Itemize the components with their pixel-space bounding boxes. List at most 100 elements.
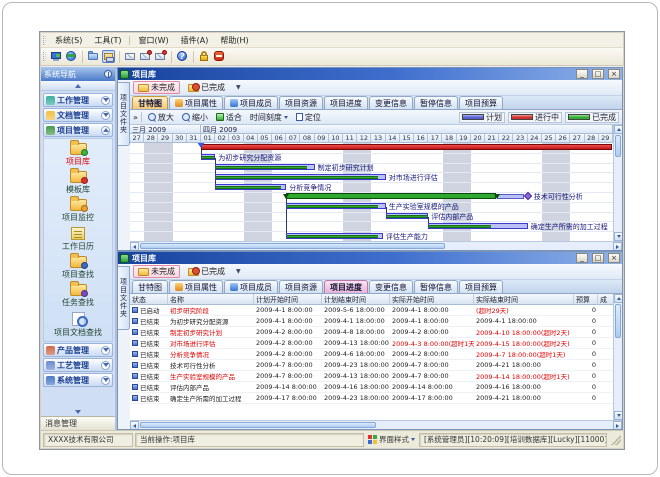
sidebar-tab-messages[interactable]: 消息管理	[41, 416, 115, 430]
maximize-button[interactable]: □	[592, 69, 604, 79]
gantt-time-scale-button[interactable]: 时间刻度	[247, 111, 291, 123]
sidebar-item-6[interactable]: 项目文档查找	[44, 310, 112, 340]
globe-icon[interactable]	[65, 50, 78, 63]
minimize-button[interactable]: _	[576, 253, 588, 263]
table-vertical-scrollbar[interactable]	[613, 294, 622, 420]
tab-6[interactable]: 暂停信息	[414, 96, 458, 109]
sidebar-group-2[interactable]: 项目管理	[43, 123, 113, 137]
project-folder-side-tab[interactable]: 项目文件夹	[118, 82, 130, 146]
task-bar[interactable]	[201, 154, 215, 160]
tab-0[interactable]: 甘特图	[132, 96, 168, 109]
scroll-right-button[interactable]	[613, 242, 622, 250]
tab-5[interactable]: 变更信息	[369, 96, 413, 109]
sidebar-item-1[interactable]: 模板库	[44, 169, 112, 197]
help-icon[interactable]: ?	[176, 50, 189, 63]
task-bar[interactable]	[286, 233, 383, 239]
inprogress-bar[interactable]	[201, 144, 612, 150]
task-bar[interactable]	[286, 203, 385, 209]
scroll-thumb[interactable]	[615, 304, 621, 338]
grid-panel-titlebar[interactable]: 项目库 _ □ ×	[118, 252, 622, 264]
sidebar-item-3[interactable]: 工作日历	[44, 225, 112, 254]
scroll-left-button[interactable]	[130, 242, 139, 250]
ui-style-dropdown[interactable]: 界面样式	[366, 433, 417, 447]
scroll-up-button[interactable]	[614, 294, 622, 303]
gantt-vertical-scrollbar[interactable]	[613, 125, 622, 241]
table-row[interactable]: 已结束制定初步研究计划2009-4-2 8:00:002009-4-8 18:0…	[130, 327, 613, 338]
tab-7[interactable]: 项目预算	[459, 280, 503, 293]
tab-4[interactable]: 项目进度	[324, 280, 368, 293]
tab-2[interactable]: 项目成员	[224, 280, 278, 293]
sidebar-group-0[interactable]: 工作管理	[43, 93, 113, 107]
table-row[interactable]: 已结束对市场进行评估2009-4-2 8:00:002009-4-13 18:0…	[130, 338, 613, 349]
menu-item-2[interactable]: 窗口(W)	[132, 34, 174, 47]
scroll-thumb[interactable]	[140, 422, 376, 428]
table-row[interactable]: 已启动初步研究阶段2009-4-1 8:00:002009-5-6 18:00:…	[130, 305, 613, 316]
scroll-thumb[interactable]	[615, 135, 621, 157]
scroll-up-button[interactable]	[614, 125, 622, 134]
folder-save-icon[interactable]	[102, 50, 115, 63]
menu-item-1[interactable]: 工具(T)	[88, 34, 127, 47]
gantt-horizontal-scrollbar[interactable]	[130, 241, 622, 250]
tab-3[interactable]: 项目资源	[279, 96, 323, 109]
toolbar-grip[interactable]	[43, 52, 46, 61]
menubar-grip[interactable]	[43, 36, 46, 45]
task-bar[interactable]	[215, 164, 314, 170]
sidebar-item-5[interactable]: 任务查找	[44, 282, 112, 310]
sidebar-item-0[interactable]: 项目库	[44, 141, 112, 169]
toolbar-overflow-button[interactable]: »	[133, 113, 138, 122]
task-bar[interactable]	[215, 174, 385, 180]
filter-more-button[interactable]: ▼	[233, 84, 244, 91]
filter-uncompleted-button[interactable]: 未完成	[133, 81, 180, 94]
filter-completed-button[interactable]: 已完成	[183, 265, 230, 278]
tab-0[interactable]: 甘特图	[132, 280, 168, 293]
sidebar-group-5[interactable]: 系统管理	[43, 373, 113, 387]
close-button[interactable]: ×	[608, 69, 620, 79]
task-bar[interactable]	[428, 223, 527, 229]
resize-grip[interactable]	[611, 435, 621, 445]
table-row[interactable]: 已结束技术可行性分析2009-4-7 8:00:002009-4-23 18:0…	[130, 360, 613, 371]
sidebar-overflow[interactable]	[41, 407, 115, 416]
menu-item-0[interactable]: 系统(S)	[49, 34, 88, 47]
column-header-5[interactable]: 实际结束时间	[474, 294, 574, 304]
sidebar-group-3[interactable]: 产品管理	[43, 343, 113, 357]
mail-alert-icon[interactable]	[139, 50, 152, 63]
monitor-icon[interactable]	[50, 50, 63, 63]
lock-icon[interactable]	[198, 50, 211, 63]
tab-1[interactable]: 项目属性	[169, 280, 223, 293]
table-row[interactable]: 已结束为初步研究分配资源2009-4-1 8:00:002009-4-1 18:…	[130, 316, 613, 327]
column-header-2[interactable]: 计划开始时间	[254, 294, 322, 304]
gantt-locate-button[interactable]: 定位	[293, 111, 324, 123]
filter-more-button[interactable]: ▼	[233, 268, 244, 275]
task-bar[interactable]	[215, 184, 286, 190]
column-header-3[interactable]: 计划结束时间	[322, 294, 390, 304]
tab-1[interactable]: 项目属性	[169, 96, 223, 109]
scroll-left-button[interactable]	[130, 421, 139, 429]
column-header-1[interactable]: 名称	[168, 294, 254, 304]
folder-icon[interactable]	[87, 50, 100, 63]
column-header-4[interactable]: 实际开始时间	[390, 294, 474, 304]
tab-4[interactable]: 项目进度	[324, 96, 368, 109]
tab-3[interactable]: 项目资源	[279, 280, 323, 293]
table-row[interactable]: 已结束生产实验室规模的产品2009-4-7 8:00:002009-4-13 1…	[130, 371, 613, 382]
pin-icon[interactable]	[104, 70, 112, 78]
tab-2[interactable]: 项目成员	[224, 96, 278, 109]
gantt-fit-button[interactable]: 适合	[213, 111, 245, 123]
sidebar-item-2[interactable]: 项目监控	[44, 197, 112, 225]
scroll-down-button[interactable]	[614, 411, 622, 420]
filter-completed-button[interactable]: 已完成	[183, 81, 230, 94]
summary-bar[interactable]	[286, 193, 496, 199]
menu-item-3[interactable]: 插件(A)	[175, 34, 215, 47]
tab-5[interactable]: 变更信息	[369, 280, 413, 293]
scroll-right-button[interactable]	[613, 421, 622, 429]
sidebar-group-4[interactable]: 工艺管理	[43, 358, 113, 372]
gantt-zoom-out-button[interactable]: 缩小	[179, 111, 211, 123]
sidebar-group-1[interactable]: 文档管理	[43, 108, 113, 122]
maximize-button[interactable]: □	[592, 253, 604, 263]
sidebar-scroll-up[interactable]	[41, 81, 115, 91]
mail-icon[interactable]	[124, 50, 137, 63]
table-row[interactable]: 已结束分析竞争情况2009-4-2 8:00:002009-4-6 18:00:…	[130, 349, 613, 360]
table-horizontal-scrollbar[interactable]	[130, 420, 622, 429]
gantt-zoom-in-button[interactable]: 放大	[145, 111, 177, 123]
table-row[interactable]: 已结束确定生产所需的加工过程2009-4-17 8:00:002009-4-23…	[130, 393, 613, 404]
stop-icon[interactable]	[213, 50, 226, 63]
